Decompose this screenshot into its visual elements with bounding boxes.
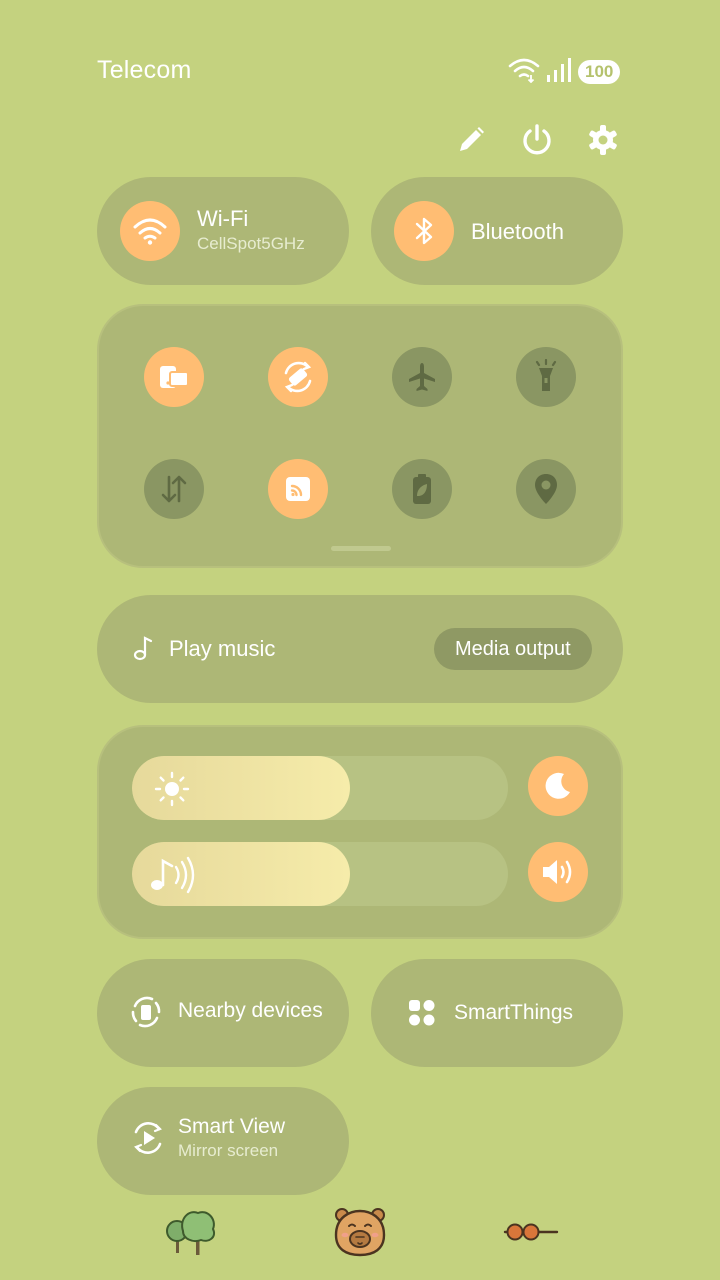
status-icons: 100 [508,57,621,88]
power-saving-icon [413,474,431,504]
sound-mode-button[interactable] [528,842,588,902]
nearby-devices-tile[interactable]: Nearby devices [97,959,349,1067]
location-icon [535,474,557,504]
smart-view-tile[interactable]: Smart View Mirror screen [97,1087,349,1195]
smart-view-subtitle: Mirror screen [178,1141,279,1160]
play-music-label: Play music [169,636,276,661]
smartthings-icon [408,999,436,1032]
bluetooth-toggle[interactable] [394,201,454,261]
wifi-title: Wi-Fi [197,206,249,231]
trees-icon [163,1207,219,1262]
mobile-data-toggle[interactable] [144,459,204,519]
nearby-devices-icon [128,994,164,1035]
wifi-toggle[interactable] [120,201,180,261]
night-mode-button[interactable] [528,756,588,816]
volume-slider[interactable] [132,842,508,906]
wifi-tile[interactable]: Wi-Fi CellSpot5GHz [97,177,349,285]
airplane-toggle[interactable] [392,347,452,407]
auto-rotate-icon [284,361,312,393]
settings-icon[interactable] [585,122,621,158]
capybara-icon [330,1205,390,1264]
moon-icon [545,772,570,799]
airplane-icon [409,363,435,391]
brightness-slider[interactable] [132,756,508,820]
bluetooth-title: Bluetooth [471,219,564,244]
media-output-button[interactable]: Media output [434,628,592,670]
location-toggle[interactable] [516,459,576,519]
device-switch-icon [160,366,189,388]
sliders-panel [97,725,623,939]
speaker-icon [543,860,572,884]
carrier-name: Telecom [97,56,192,84]
music-volume-icon [148,855,198,900]
smart-view-icon [130,1120,166,1161]
smartthings-title: SmartThings [454,1001,574,1024]
media-tile[interactable]: Play music Media output [97,595,623,703]
nfc-icon [286,477,310,501]
skewer-icon [503,1221,559,1248]
battery-icon: 100 [578,60,621,84]
auto-rotate-toggle[interactable] [268,347,328,407]
device-switch-toggle[interactable] [144,347,204,407]
music-note-icon [133,635,155,666]
flashlight-icon [535,359,557,391]
page-indicator[interactable] [331,546,391,551]
flashlight-toggle[interactable] [516,347,576,407]
bluetooth-tile[interactable]: Bluetooth [371,177,623,285]
power-icon[interactable] [519,122,555,158]
wifi-icon [508,57,540,88]
power-saving-toggle[interactable] [392,459,452,519]
bluetooth-icon [415,217,433,245]
smartthings-tile[interactable]: SmartThings [371,959,623,1067]
wifi-icon [133,218,167,245]
nfc-toggle[interactable] [268,459,328,519]
mobile-data-icon [161,475,187,503]
signal-icon [546,57,572,88]
nearby-devices-title: Nearby devices [178,999,323,1022]
sun-icon [154,771,190,812]
wifi-network-name: CellSpot5GHz [197,234,305,253]
edit-icon[interactable] [453,122,489,158]
quick-toggle-panel [97,304,623,568]
smart-view-title: Smart View [178,1115,285,1138]
